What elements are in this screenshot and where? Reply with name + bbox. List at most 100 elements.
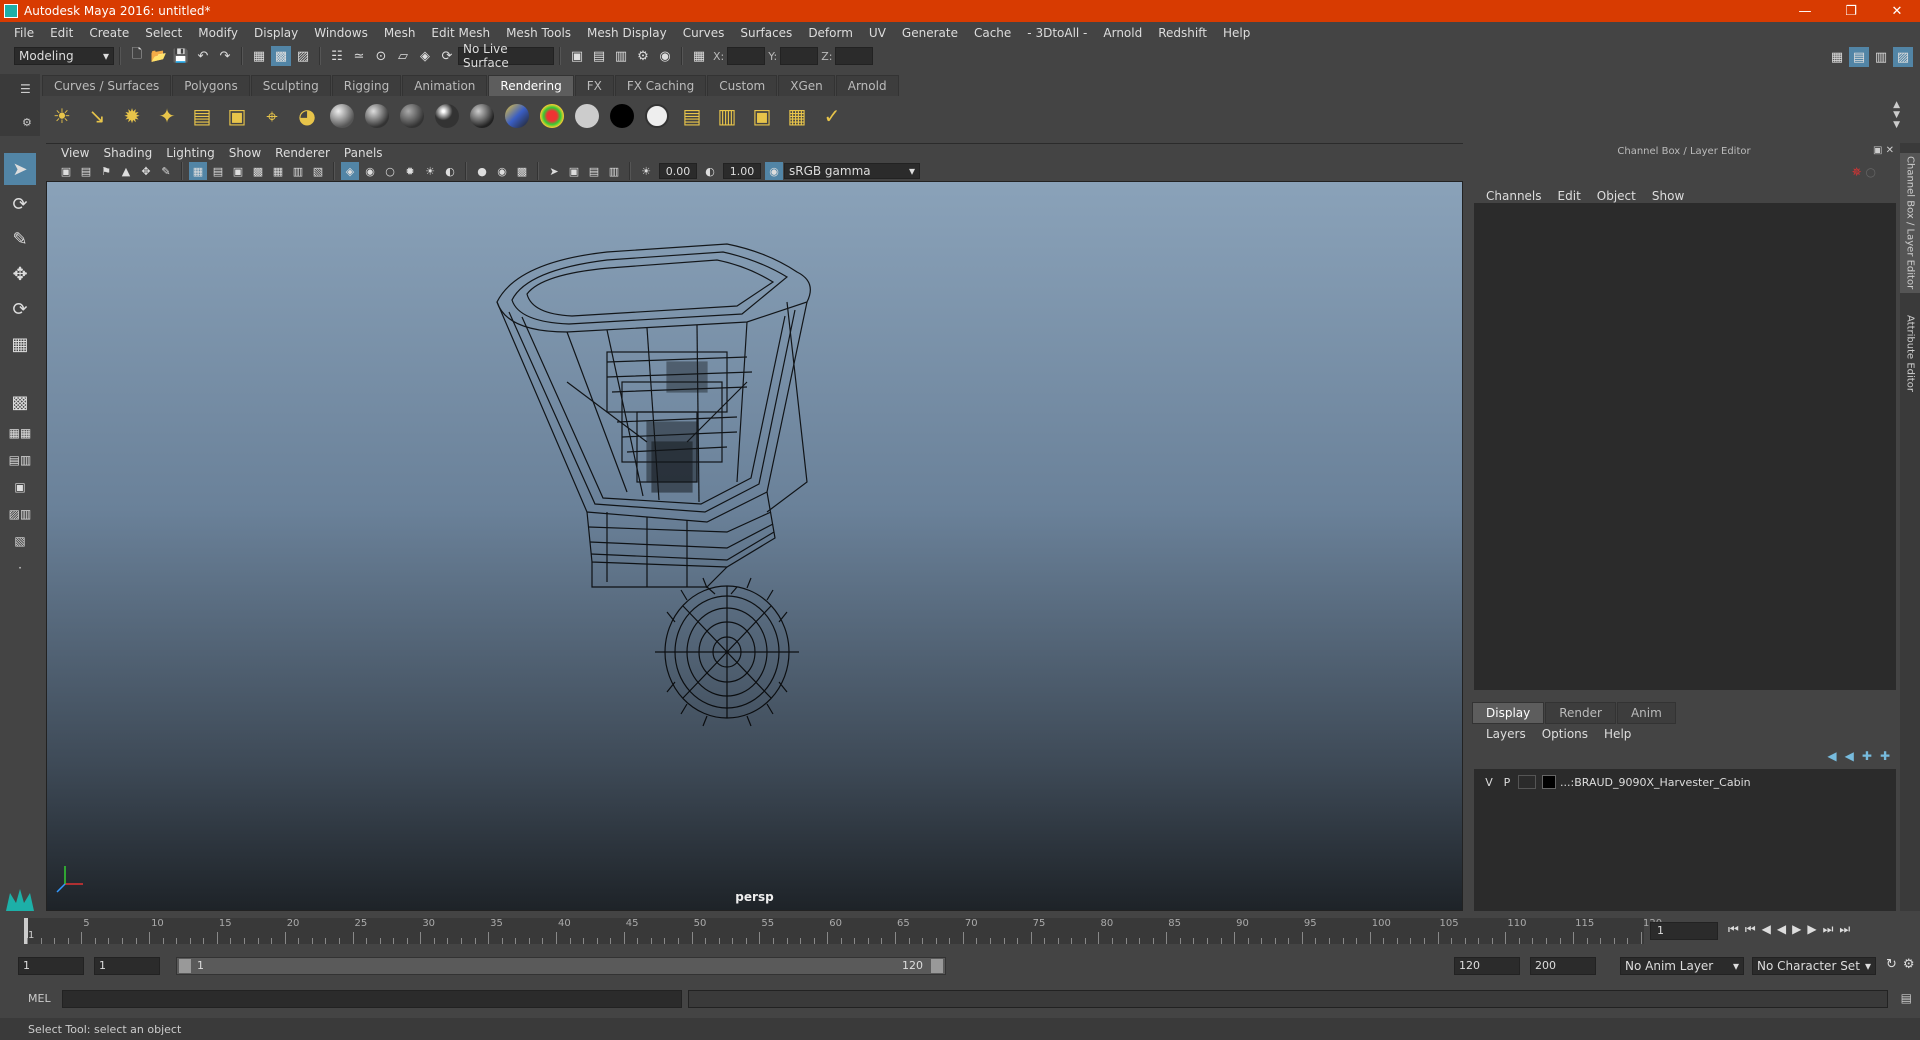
- menu-mesh-tools[interactable]: Mesh Tools: [498, 26, 579, 40]
- layer-visibility-toggle[interactable]: V: [1480, 776, 1498, 789]
- menu-uv[interactable]: UV: [861, 26, 894, 40]
- layer-options-menu[interactable]: Options: [1534, 727, 1596, 741]
- make-live-icon[interactable]: ⟳: [437, 46, 457, 66]
- shelf-tab-arnold[interactable]: Arnold: [835, 75, 899, 96]
- select-component-icon[interactable]: ▨: [293, 46, 313, 66]
- go-to-start-icon[interactable]: ⏮: [1728, 922, 1739, 937]
- ambient-light-icon[interactable]: ☀: [46, 100, 78, 132]
- new-empty-layer-icon[interactable]: ✚: [1862, 749, 1872, 763]
- image-plane-icon[interactable]: ▲: [117, 162, 135, 180]
- menu-file[interactable]: File: [6, 26, 42, 40]
- viewport-menu-view[interactable]: View: [54, 146, 96, 160]
- panel-float-close-icon[interactable]: ▣ ✕: [1873, 145, 1894, 156]
- menu-mesh-display[interactable]: Mesh Display: [579, 26, 675, 40]
- shelf-scroll-arrows[interactable]: ▲ ▼ ▼: [1893, 100, 1900, 130]
- wireframe-on-shaded-icon[interactable]: ○: [381, 162, 399, 180]
- shelf-tab-rigging[interactable]: Rigging: [331, 75, 402, 96]
- shelf-tab-custom[interactable]: Custom: [707, 75, 778, 96]
- range-end-handle[interactable]: [931, 959, 943, 973]
- snap-grid-icon[interactable]: ☷: [327, 46, 347, 66]
- color-management-icon[interactable]: ◉: [765, 162, 783, 180]
- volume-light-icon[interactable]: ▣: [221, 100, 253, 132]
- new-scene-icon[interactable]: 🗋: [127, 46, 147, 66]
- xray-icon[interactable]: ▣: [565, 162, 583, 180]
- attribute-editor-toggle-icon[interactable]: ▤: [1849, 47, 1869, 67]
- close-button[interactable]: ✕: [1874, 0, 1920, 22]
- anim-layer-dropdown[interactable]: No Anim Layer ▾: [1620, 957, 1744, 975]
- ipr-render-icon[interactable]: ▥: [611, 46, 631, 66]
- tool-settings-icon[interactable]: ▥: [1871, 47, 1891, 67]
- channel-show-menu[interactable]: Show: [1644, 189, 1692, 203]
- menu-redshift[interactable]: Redshift: [1150, 26, 1215, 40]
- command-input[interactable]: [62, 990, 682, 1008]
- viewport-menu-shading[interactable]: Shading: [96, 146, 159, 160]
- layers-menu[interactable]: Layers: [1478, 727, 1534, 741]
- save-scene-icon[interactable]: 💾: [171, 46, 191, 66]
- menu-set-dropdown[interactable]: Modeling ▾: [14, 47, 114, 65]
- menu-edit[interactable]: Edit: [42, 26, 81, 40]
- uv-layout-icon[interactable]: ▧: [4, 529, 36, 553]
- x-coordinate-field[interactable]: [727, 47, 766, 65]
- move-layer-down-icon[interactable]: ◀: [1845, 749, 1854, 763]
- animation-start-field[interactable]: 1: [18, 957, 84, 975]
- shelf-tab-animation[interactable]: Animation: [402, 75, 488, 96]
- menu-display[interactable]: Display: [246, 26, 306, 40]
- move-tool-icon[interactable]: ✥: [4, 258, 36, 290]
- blinn-shader-icon[interactable]: [361, 100, 393, 132]
- go-to-end-icon[interactable]: ⏭: [1839, 922, 1850, 937]
- area-light-icon[interactable]: ▤: [186, 100, 218, 132]
- menu-3dtoall[interactable]: - 3DtoAll -: [1019, 26, 1095, 40]
- white-shader-icon[interactable]: [641, 100, 673, 132]
- channel-box-area[interactable]: [1474, 203, 1896, 690]
- film-gate-icon[interactable]: ▤: [209, 162, 227, 180]
- smooth-shade-icon[interactable]: ◉: [361, 162, 379, 180]
- camera-attributes-icon[interactable]: ▤: [77, 162, 95, 180]
- move-layer-up-icon[interactable]: ◀: [1827, 749, 1836, 763]
- layer-row[interactable]: V P ...:BRAUD_9090X_Harvester_Cabin: [1474, 773, 1896, 791]
- harvester-cabin-wireframe[interactable]: [47, 182, 1463, 911]
- perspective-viewport[interactable]: persp: [46, 181, 1463, 911]
- step-forward-frame-icon[interactable]: ▶: [1807, 922, 1816, 937]
- persp-graph-layout-icon[interactable]: ▣: [4, 475, 36, 499]
- layer-playback-toggle[interactable]: P: [1498, 776, 1516, 789]
- channel-box-options-icon[interactable]: ✵ ○: [1852, 165, 1876, 179]
- gamma-icon[interactable]: ◐: [701, 162, 719, 180]
- select-camera-icon[interactable]: ▣: [57, 162, 75, 180]
- viewport-menu-lighting[interactable]: Lighting: [159, 146, 222, 160]
- menu-mesh[interactable]: Mesh: [376, 26, 424, 40]
- use-all-lights-icon[interactable]: ☀: [421, 162, 439, 180]
- layer-display-type-toggle[interactable]: [1518, 775, 1536, 789]
- menu-edit-mesh[interactable]: Edit Mesh: [423, 26, 498, 40]
- lasso-tool-icon[interactable]: ⟳: [4, 188, 36, 220]
- channel-edit-menu[interactable]: Edit: [1550, 189, 1589, 203]
- paint-select-tool-icon[interactable]: ✎: [4, 223, 36, 255]
- motion-blur-icon[interactable]: ◉: [493, 162, 511, 180]
- scale-tool-icon[interactable]: ▦: [4, 328, 36, 360]
- step-back-frame-icon[interactable]: ◀: [1762, 922, 1771, 937]
- use-background-icon[interactable]: [606, 100, 638, 132]
- shelf-tab-fx-caching[interactable]: FX Caching: [614, 75, 707, 96]
- modeling-toolkit-icon[interactable]: ▦: [1827, 47, 1847, 67]
- script-editor-icon[interactable]: ▤: [1901, 991, 1912, 1005]
- playback-start-field[interactable]: 1: [94, 957, 160, 975]
- ambient-occlusion-icon[interactable]: ●: [473, 162, 491, 180]
- menu-modify[interactable]: Modify: [190, 26, 246, 40]
- shadows-icon[interactable]: ◐: [441, 162, 459, 180]
- exposure-icon[interactable]: ☀: [637, 162, 655, 180]
- viewport-menu-panels[interactable]: Panels: [337, 146, 390, 160]
- render-setup-icon[interactable]: ✓: [816, 100, 848, 132]
- 2d-pan-zoom-icon[interactable]: ✥: [137, 162, 155, 180]
- animation-end-field[interactable]: 200: [1530, 957, 1596, 975]
- point-light-icon[interactable]: ✹: [116, 100, 148, 132]
- shelf-tab-xgen[interactable]: XGen: [778, 75, 835, 96]
- wireframe-icon[interactable]: ◈: [341, 162, 359, 180]
- layer-color-swatch[interactable]: [1542, 775, 1556, 789]
- layer-tab-render[interactable]: Render: [1545, 702, 1616, 724]
- minimize-button[interactable]: —: [1782, 0, 1828, 22]
- side-tab-channel-box[interactable]: Channel Box / Layer Editor: [1900, 153, 1920, 293]
- hypershade-layout-icon[interactable]: ▨▥: [4, 502, 36, 526]
- redo-icon[interactable]: ↷: [215, 46, 235, 66]
- rotate-tool-icon[interactable]: ⟳: [4, 293, 36, 325]
- playback-end-field[interactable]: 120: [1454, 957, 1520, 975]
- menu-windows[interactable]: Windows: [306, 26, 376, 40]
